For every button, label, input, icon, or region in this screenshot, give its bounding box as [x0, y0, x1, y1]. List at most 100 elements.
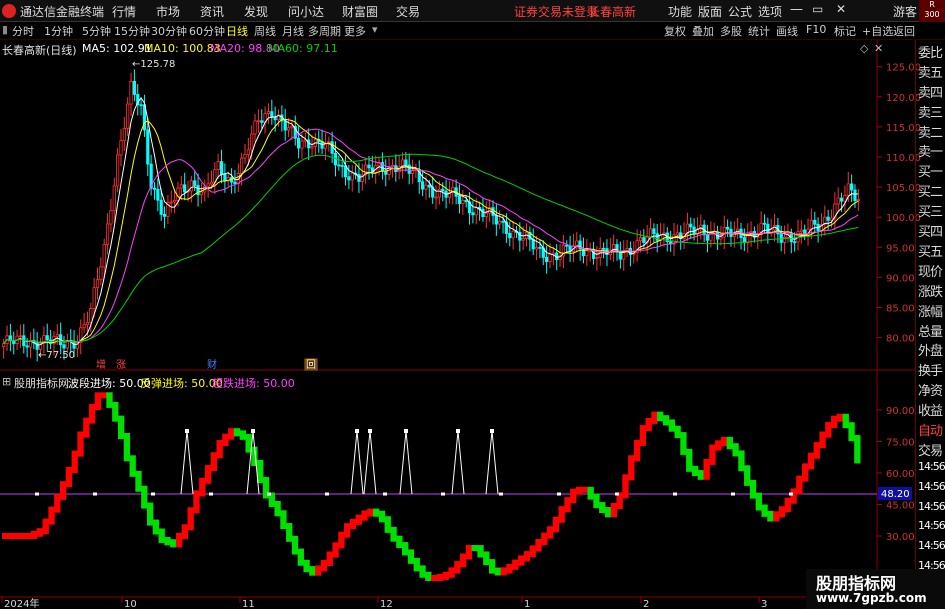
wave-bar [83, 417, 90, 438]
wave-bar [651, 411, 658, 424]
side-panel-item[interactable]: 14:56 [918, 500, 945, 513]
side-panel-item[interactable]: 委比 [918, 42, 943, 61]
wave-bar [309, 566, 316, 576]
side-panel-item[interactable]: 卖一 [918, 141, 943, 160]
wave-bar [349, 518, 357, 530]
candle-body [179, 184, 183, 189]
wave-bar [442, 571, 449, 580]
candle-body [846, 183, 850, 196]
candle-body [233, 181, 237, 184]
side-panel-item[interactable]: 买五 [918, 241, 943, 260]
candle-body [813, 219, 817, 225]
wave-bar [541, 532, 548, 546]
candle-body [545, 256, 549, 263]
side-panel-item[interactable]: 卖二 [918, 122, 943, 141]
indicator-settings-icon[interactable]: ⊞ [2, 375, 11, 388]
price-tick-label: 80.00 [886, 334, 915, 345]
candle-body [769, 229, 773, 233]
wave-bar [204, 465, 212, 484]
side-panel-item[interactable]: 买四 [918, 221, 943, 240]
watermark: 股朋指标网 www.7gpzb.com [806, 569, 945, 609]
candle-body [105, 223, 110, 245]
side-panel-item[interactable]: 交易 [918, 440, 943, 459]
wave-bar [767, 510, 774, 522]
side-panel-item[interactable]: 自动 [918, 420, 943, 439]
price-tick-label: 85.00 [886, 303, 915, 314]
wave-bar [274, 500, 281, 517]
candle-body [853, 189, 857, 201]
side-panel-item[interactable]: 现价 [918, 261, 943, 280]
candle-body [481, 208, 485, 218]
side-panel-item[interactable]: 买二 [918, 181, 943, 200]
event-marker-label: 涨 [116, 359, 126, 371]
side-panel-item[interactable]: 买三 [918, 201, 943, 220]
wave-bar [465, 544, 473, 560]
side-panel-item[interactable]: 涨幅 [918, 301, 943, 320]
side-panel-item[interactable]: 14:56 [918, 480, 945, 493]
wave-bar [720, 436, 728, 447]
wave-bar [30, 530, 38, 539]
wave-bar [732, 443, 739, 457]
wave-bar [332, 542, 339, 558]
side-panel-item[interactable]: 卖五 [918, 62, 943, 81]
candle-body [464, 199, 468, 203]
entry-spike-cap [490, 429, 494, 433]
candle-body [122, 127, 126, 142]
wave-bar [361, 510, 368, 521]
side-panel-item[interactable]: 外盘 [918, 340, 943, 359]
indicator-name[interactable]: 股朋指标网 [14, 375, 69, 391]
wave-bar [25, 532, 32, 539]
indicator-tick-label: 90.00 [886, 406, 915, 417]
side-panel-item[interactable]: 净资 [918, 380, 943, 399]
side-panel-item[interactable]: 换手 [918, 360, 943, 379]
candle-body [223, 173, 227, 182]
candle-body [92, 287, 96, 309]
side-panel-item[interactable]: 14:56 [918, 519, 945, 532]
side-panel-item[interactable]: 14:56 [918, 460, 945, 473]
candle-body [779, 233, 783, 243]
candle-body [350, 172, 354, 181]
side-panel-item[interactable]: 14:56 [918, 539, 945, 552]
candle-body [240, 157, 244, 174]
candle-body [146, 129, 150, 165]
wave-bar [170, 539, 177, 548]
candle-body [199, 191, 204, 196]
side-panel-item[interactable]: 卖三 [918, 102, 943, 121]
candle-body [219, 161, 224, 175]
side-panel-item[interactable]: 收益 [918, 400, 943, 419]
candle-body [283, 120, 287, 131]
candle-body [427, 184, 431, 188]
side-panel-item[interactable]: 涨跌 [918, 281, 943, 300]
candle-body [196, 185, 200, 196]
candle-body [501, 220, 505, 223]
entry-spike [350, 430, 364, 495]
side-panel-item[interactable]: 卖四 [918, 82, 943, 101]
indicator-oversold-entry: 超跌进场: 50.00 [212, 377, 295, 390]
candle-body [273, 116, 277, 121]
wave-bar [686, 448, 693, 472]
wave-bar [315, 565, 322, 576]
baseline-marker [499, 492, 503, 496]
candle-body [209, 181, 214, 185]
baseline-marker [383, 492, 387, 496]
wave-bar [344, 523, 351, 538]
baseline-marker [673, 492, 677, 496]
wave-bar [552, 516, 560, 533]
candle-body [434, 196, 438, 199]
wave-bar [181, 524, 189, 539]
baseline-marker [615, 492, 619, 496]
candle-body [18, 335, 23, 338]
candle-body [793, 241, 797, 244]
candle-body [689, 223, 693, 228]
side-panel-item[interactable]: 买一 [918, 161, 943, 180]
chart-canvas[interactable]: 125.00120.00115.00110.00105.00100.0095.0… [0, 0, 945, 609]
wave-bar [836, 413, 844, 422]
candle-body [286, 127, 291, 131]
entry-spike [180, 430, 194, 495]
side-panel-item[interactable]: 总量 [918, 321, 943, 340]
entry-spike [399, 430, 413, 495]
settings-icon[interactable]: ◇ [860, 42, 868, 55]
close-pane-icon[interactable]: ✕ [874, 42, 883, 55]
candle-body [357, 174, 361, 182]
wave-bar [454, 561, 461, 574]
